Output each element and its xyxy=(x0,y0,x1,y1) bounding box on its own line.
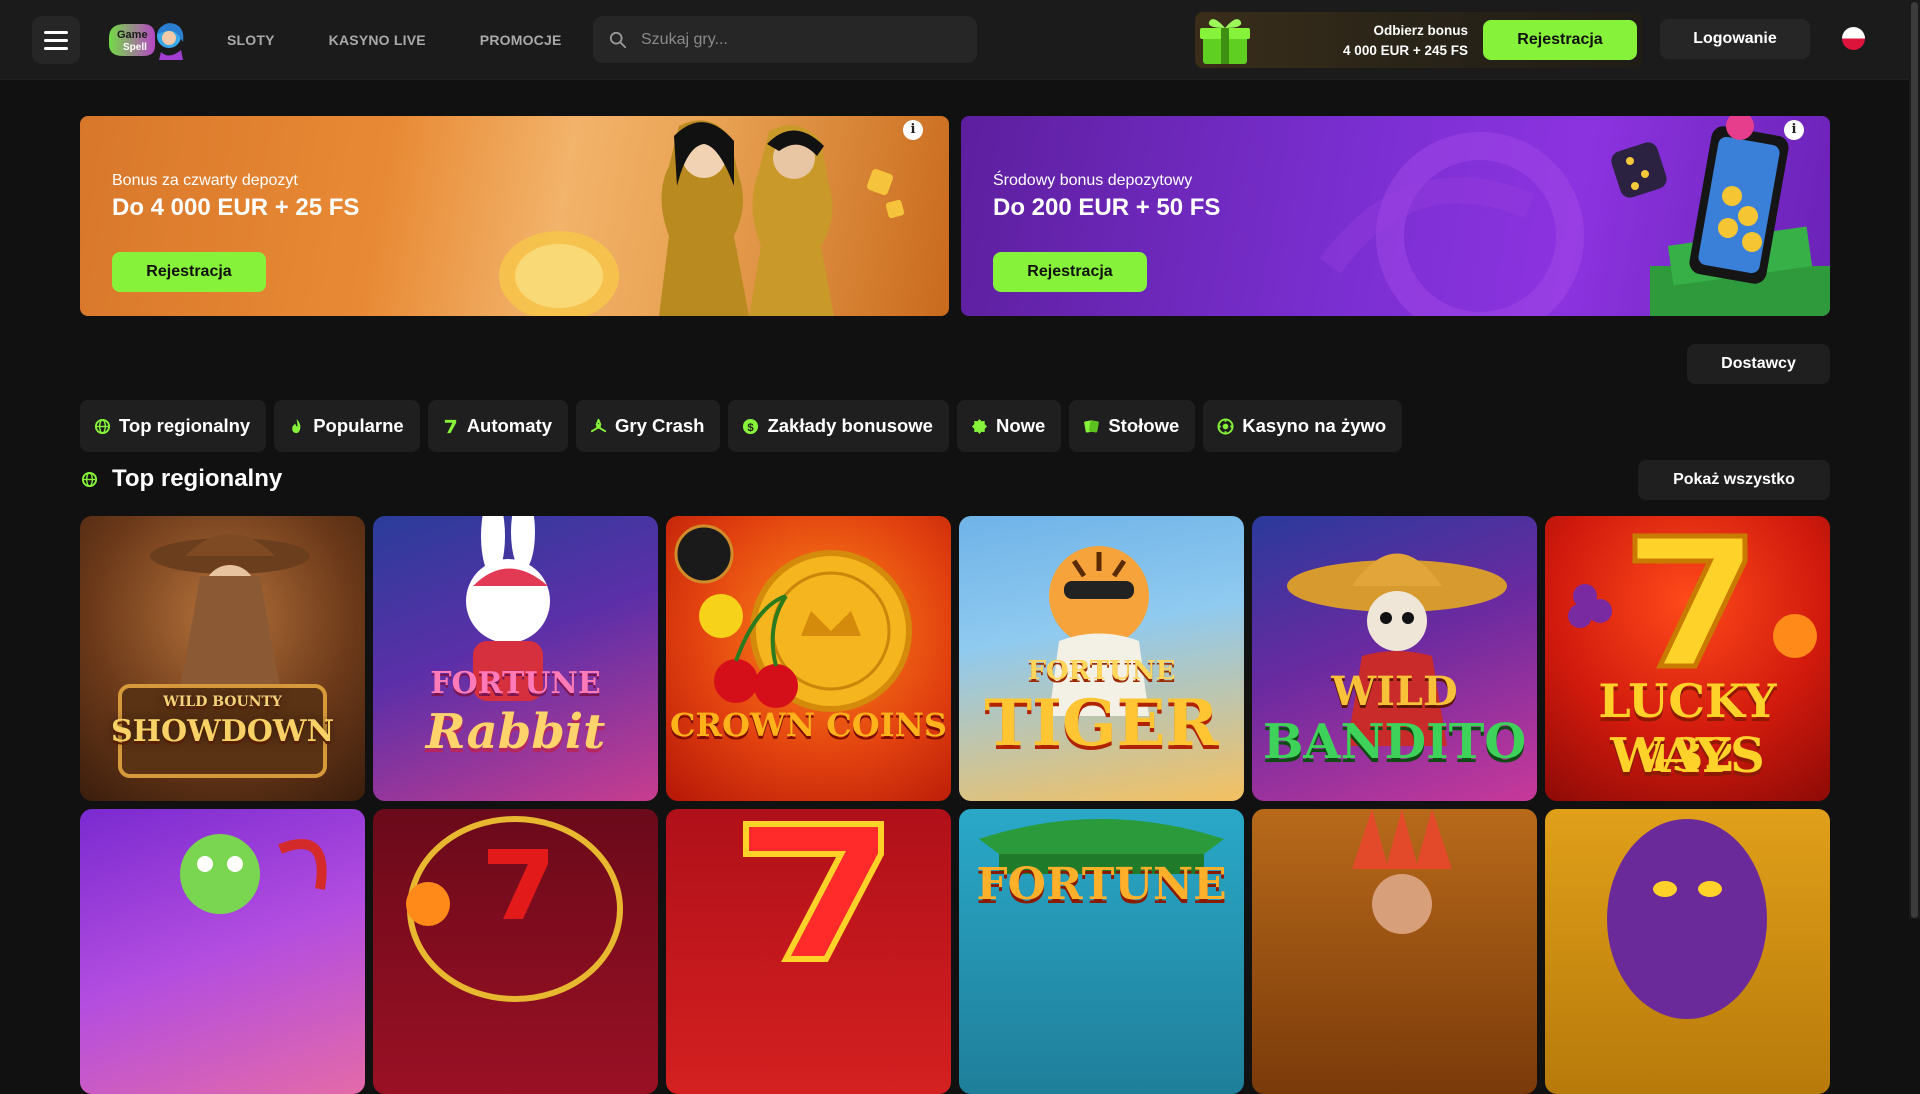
banner-title: Do 200 EUR + 50 FS xyxy=(993,194,1221,221)
gift-icon xyxy=(1200,19,1250,64)
info-icon[interactable]: i xyxy=(903,120,923,140)
crash-icon xyxy=(590,418,607,432)
game-title-line1: FORTUNE xyxy=(430,666,601,701)
fruit-seven-illustration xyxy=(406,816,623,1002)
promo-banner-wednesday-deposit[interactable]: i Środowy bonus depozytowy Do 200 EUR + … xyxy=(961,116,1830,316)
login-button[interactable]: Logowanie xyxy=(1660,19,1810,59)
new-badge-icon xyxy=(971,418,988,434)
coin-cherries-illustration xyxy=(674,524,912,712)
game-tile-crown-coins[interactable]: CROWN COINS xyxy=(666,516,951,801)
menu-line xyxy=(44,46,68,50)
nav-live-casino[interactable]: KASYNO LIVE xyxy=(329,32,426,48)
game-title-line2: SHOWDOWN xyxy=(110,714,335,749)
game-title-line2: Rabbit xyxy=(425,704,606,760)
svg-text:$: $ xyxy=(748,421,755,433)
tab-label: Automaty xyxy=(466,415,552,436)
language-flag-pl-icon[interactable] xyxy=(1842,27,1865,50)
game-title-line1: WILD BOUNTY xyxy=(163,694,282,710)
game-tile-wild-bounty-showdown[interactable]: WILD BOUNTY SHOWDOWN xyxy=(80,516,365,801)
search-box[interactable] xyxy=(593,16,977,63)
bonus-line-1: Odbierz bonus xyxy=(1373,23,1469,38)
game-tile-aztec[interactable] xyxy=(1252,809,1537,1094)
info-icon[interactable]: i xyxy=(1784,120,1804,140)
game-title-line2: TIGER xyxy=(984,686,1219,761)
menu-line xyxy=(44,30,68,34)
dragon-illustration xyxy=(180,834,327,914)
game-title-line2: WAYS xyxy=(1610,728,1765,784)
banner-register-button[interactable]: Rejestracja xyxy=(112,252,266,292)
tab-label: Stołowe xyxy=(1108,415,1180,436)
flame-icon xyxy=(292,418,301,433)
promo-banner-fourth-deposit[interactable]: i Bonus za czwarty depozyt Do 4 000 EUR … xyxy=(80,116,949,316)
bonus-promo-box: Odbierz bonus 4 000 EUR + 245 FS Rejestr… xyxy=(1195,12,1642,68)
tab-label: Popularne xyxy=(313,415,404,436)
tab-popular[interactable]: Popularne xyxy=(274,400,420,452)
golden-warriors-illustration xyxy=(499,120,905,316)
game-tile-hot-seven[interactable] xyxy=(666,809,951,1094)
tab-slots[interactable]: Automaty xyxy=(427,400,568,452)
game-tile-wild-bandito[interactable]: WILD BANDITO xyxy=(1252,516,1537,801)
phone-coins-illustration xyxy=(1319,116,1830,316)
banner-subtitle: Środowy bonus depozytowy xyxy=(993,172,1193,189)
tab-label: Nowe xyxy=(995,415,1046,436)
red-seven-illustration xyxy=(743,821,884,962)
globe-icon xyxy=(94,418,111,434)
cowgirl-illustration xyxy=(118,533,327,778)
game-tile-dragon[interactable] xyxy=(80,809,365,1094)
tab-live-casino[interactable]: Kasyno na żywo xyxy=(1203,400,1403,452)
register-button[interactable]: Rejestracja xyxy=(1483,20,1637,60)
category-tabs: Top regionalny Popularne Automaty Gry Cr… xyxy=(80,400,1403,452)
nav-promotions[interactable]: PROMOCJE xyxy=(480,32,562,48)
temple-roof-illustration xyxy=(979,819,1224,874)
game-tile-fortune-rabbit[interactable]: FORTUNE Rabbit xyxy=(373,516,658,801)
game-title-line1: FORTUNE xyxy=(1027,656,1176,686)
scrollbar-thumb[interactable] xyxy=(1911,2,1918,918)
tab-top-regional[interactable]: Top regionalny xyxy=(80,400,267,452)
dollar-coin-icon: $ xyxy=(743,418,759,434)
providers-button[interactable]: Dostawcy xyxy=(1687,344,1830,384)
game-tile-lucky-432-ways[interactable]: LUCKY 432 WAYS xyxy=(1545,516,1830,801)
game-title-line1: WILD xyxy=(1331,668,1458,715)
game-title: FORTUNE xyxy=(976,859,1227,910)
show-all-button[interactable]: Pokaż wszystko xyxy=(1638,460,1830,500)
game-tile-fruit-seven[interactable] xyxy=(373,809,658,1094)
banner-title: Do 4 000 EUR + 25 FS xyxy=(112,194,360,221)
svg-text:Game: Game xyxy=(117,29,148,41)
tab-label: Gry Crash xyxy=(615,415,705,436)
section-title: Top regionalny xyxy=(112,465,283,492)
menu-line xyxy=(44,38,68,42)
game-title: CROWN COINS xyxy=(670,706,947,744)
tab-crash-games[interactable]: Gry Crash xyxy=(576,400,721,452)
aztec-illustration xyxy=(1352,809,1452,934)
tab-table-games[interactable]: Stołowe xyxy=(1069,400,1196,452)
game-tile-fortune-tiger[interactable]: FORTUNE TIGER xyxy=(959,516,1244,801)
tab-label: Top regionalny xyxy=(119,415,251,436)
bonus-line-2: 4 000 EUR + 245 FS xyxy=(1343,43,1468,58)
nav-slots[interactable]: SLOTY xyxy=(227,32,275,48)
main-nav: SLOTY KASYNO LIVE PROMOCJE xyxy=(227,0,616,80)
banner-register-button[interactable]: Rejestracja xyxy=(993,252,1147,292)
game-tile-mummy[interactable] xyxy=(1545,809,1830,1094)
banner-subtitle: Bonus za czwarty depozyt xyxy=(112,172,298,189)
globe-icon xyxy=(81,471,98,488)
game-title-line2: BANDITO xyxy=(1262,714,1527,770)
top-bar: Game Spell SLOTY KASYNO LIVE PROMOCJE Od… xyxy=(0,0,1909,80)
bonus-offer-text: Odbierz bonus 4 000 EUR + 245 FS xyxy=(1343,21,1468,61)
live-casino-icon xyxy=(1217,417,1234,435)
tab-label: Zakłady bonusowe xyxy=(767,415,933,436)
game-tile-fortune-temple[interactable]: FORTUNE xyxy=(959,809,1244,1094)
svg-text:Spell: Spell xyxy=(123,42,147,53)
search-input[interactable] xyxy=(641,30,961,49)
tab-bonus-bets[interactable]: $ Zakłady bonusowe xyxy=(728,400,949,452)
mummy-illustration xyxy=(1607,819,1767,1019)
tab-label: Kasyno na żywo xyxy=(1242,415,1387,436)
seven-icon xyxy=(444,419,456,433)
search-icon xyxy=(609,31,627,48)
cards-icon xyxy=(1084,419,1100,433)
tab-new[interactable]: Nowe xyxy=(956,400,1062,452)
menu-button[interactable] xyxy=(32,16,80,64)
site-logo[interactable]: Game Spell xyxy=(103,16,191,64)
